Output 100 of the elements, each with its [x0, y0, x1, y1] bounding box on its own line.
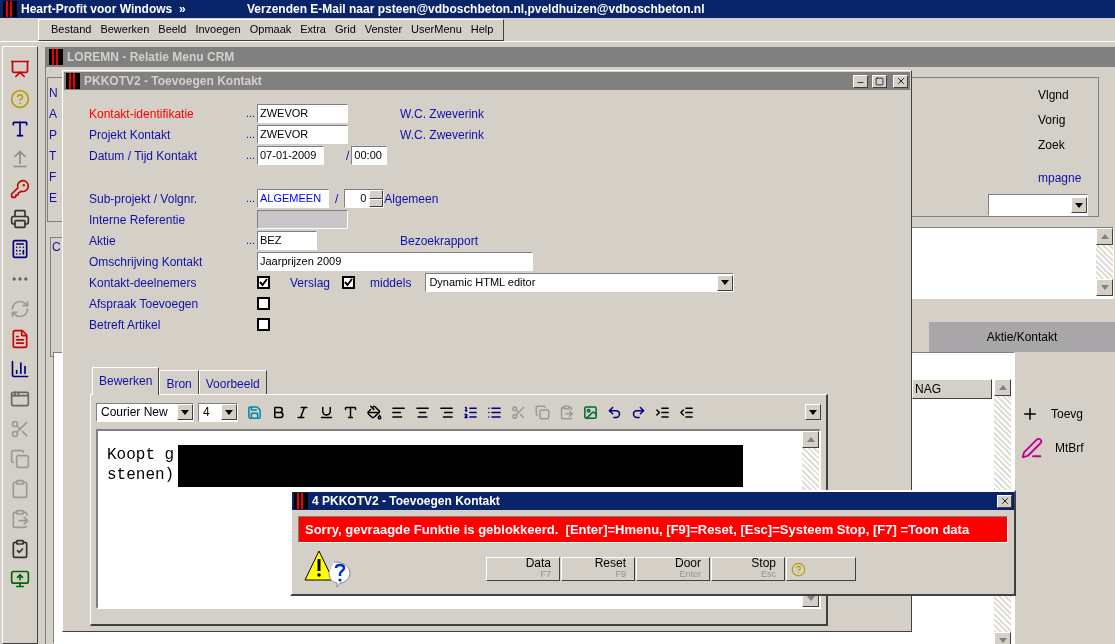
nav-button[interactable]: Zoek: [1038, 136, 1088, 154]
scroll-up-icon[interactable]: [806, 437, 815, 442]
dialog-button[interactable]: Door Enter: [636, 557, 710, 581]
scroll-up-icon[interactable]: [1100, 234, 1109, 239]
menu-item[interactable]: Bestand: [51, 21, 92, 38]
dialog-button[interactable]: Data F7: [486, 557, 560, 581]
text-style-icon[interactable]: [10, 119, 30, 139]
image-icon[interactable]: [583, 404, 598, 420]
menu-item[interactable]: Help: [470, 21, 494, 38]
save-icon[interactable]: [247, 404, 262, 420]
checkbox[interactable]: [257, 276, 270, 289]
menu-item[interactable]: UserMenu: [411, 21, 462, 38]
close-button[interactable]: [893, 74, 908, 88]
bar-chart-icon[interactable]: [10, 359, 30, 379]
dialog-button[interactable]: Reset F9: [561, 557, 635, 581]
number-spinner[interactable]: 0: [344, 189, 385, 208]
input-field[interactable]: ZWEVOR: [257, 104, 348, 123]
input-field[interactable]: 07-01-2009: [257, 146, 324, 165]
input-field[interactable]: 00:00: [351, 146, 388, 165]
menu-item[interactable]: Bewerken: [100, 21, 150, 38]
scroll-up-icon[interactable]: [998, 385, 1007, 390]
plus-icon[interactable]: [1021, 405, 1039, 423]
field-label: Aktie: [89, 232, 117, 250]
column-header[interactable]: NAG: [912, 379, 992, 399]
caret-icon: [225, 409, 233, 415]
toolbar-menu-button[interactable]: [805, 404, 821, 420]
presentation-icon[interactable]: [10, 59, 30, 79]
error-message: Sorry, gevraagde Funktie is geblokkeerd. [Enter]=Hmenu, [F9]=Reset, [Esc]=Systeem Stop, [F7] =Toon data: [298, 516, 1008, 543]
app-logo-icon: [294, 493, 308, 509]
app-logo-icon: [49, 49, 63, 65]
scroll-down-icon[interactable]: [998, 638, 1007, 643]
align-right-icon[interactable]: [439, 404, 454, 420]
input-field[interactable]: ZWEVOR: [257, 125, 348, 144]
dialog-button[interactable]: Stop Esc: [711, 557, 785, 581]
action-button[interactable]: Toevg: [1051, 405, 1084, 423]
bold-icon[interactable]: [271, 404, 286, 420]
close-icon: [895, 76, 906, 86]
checkbox[interactable]: [257, 318, 270, 331]
scrollbar[interactable]: [1096, 228, 1113, 296]
input-field[interactable]: BEZ: [257, 231, 317, 250]
clipboard-icon[interactable]: [10, 479, 30, 499]
align-left-icon[interactable]: [391, 404, 406, 420]
menu-item[interactable]: Opmaak: [249, 21, 292, 38]
clipboard-check-icon[interactable]: [10, 539, 30, 559]
help-button[interactable]: [786, 557, 856, 581]
size-dropdown[interactable]: 4: [198, 402, 238, 422]
nav-button[interactable]: Vlgnd: [1038, 86, 1088, 104]
field-label: mpagne: [1038, 170, 1083, 187]
menu-item[interactable]: Venster: [364, 21, 403, 38]
maximize-button[interactable]: [872, 74, 887, 88]
tab[interactable]: Bewerken: [92, 367, 160, 395]
nav-button[interactable]: Vorig: [1038, 111, 1088, 129]
checkbox[interactable]: [257, 297, 270, 310]
scroll-down-icon[interactable]: [1100, 285, 1109, 290]
printer-icon[interactable]: [10, 209, 30, 229]
numbered-list-icon[interactable]: [463, 404, 478, 420]
calculator-icon[interactable]: [10, 239, 30, 259]
caret-icon: [809, 409, 817, 415]
description-text: W.C. Zweverink: [400, 105, 484, 123]
indent-icon[interactable]: [655, 404, 670, 420]
italic-icon[interactable]: [295, 404, 310, 420]
editor-text: Koopt g: [107, 445, 176, 465]
lookup-dots[interactable]: ...: [246, 107, 256, 120]
document-icon[interactable]: [10, 329, 30, 349]
minimize-button[interactable]: [853, 74, 868, 88]
text-color-icon[interactable]: [343, 404, 358, 420]
checkbox[interactable]: [342, 276, 356, 289]
align-center-icon[interactable]: [415, 404, 430, 420]
undo-icon[interactable]: [607, 404, 622, 420]
menu-item[interactable]: Grid: [334, 21, 356, 38]
monitor-icon[interactable]: [10, 569, 30, 589]
lookup-dots[interactable]: ...: [246, 149, 256, 162]
lookup-dots[interactable]: ...: [246, 234, 256, 247]
field-label: Afspraak Toevoegen: [89, 295, 200, 313]
input-field[interactable]: ALGEMEEN: [257, 189, 329, 208]
font-dropdown[interactable]: Courier New: [96, 402, 194, 422]
bullet-list-icon[interactable]: [487, 404, 502, 420]
field-label: F: [49, 169, 58, 186]
window-icon[interactable]: [10, 389, 30, 409]
checkbox-label: Verslag: [290, 274, 331, 292]
close-icon: [999, 496, 1010, 506]
tab[interactable]: Voorbeeld: [198, 370, 267, 394]
menu-item[interactable]: Invoegen: [195, 21, 241, 38]
close-button[interactable]: [997, 494, 1012, 508]
tab[interactable]: Aktie/Kontakt: [929, 322, 1115, 352]
tab[interactable]: Bron: [159, 370, 199, 394]
redo-icon[interactable]: [631, 404, 646, 420]
input-field[interactable]: Jaarprijzen 2009: [257, 252, 533, 271]
menu-item[interactable]: Beeld: [158, 21, 187, 38]
action-button[interactable]: MtBrf: [1055, 439, 1084, 457]
paint-bucket-icon[interactable]: [367, 404, 382, 420]
underline-icon[interactable]: [319, 404, 334, 420]
dropdown[interactable]: [988, 194, 1088, 216]
lookup-dots[interactable]: ...: [246, 192, 256, 205]
pen-icon[interactable]: [1021, 437, 1043, 459]
outdent-icon[interactable]: [679, 404, 694, 420]
key-icon[interactable]: [10, 179, 30, 199]
dropdown[interactable]: Dynamic HTML editor: [425, 273, 735, 292]
lookup-dots[interactable]: ...: [246, 128, 256, 141]
menu-item[interactable]: Extra: [300, 21, 326, 38]
